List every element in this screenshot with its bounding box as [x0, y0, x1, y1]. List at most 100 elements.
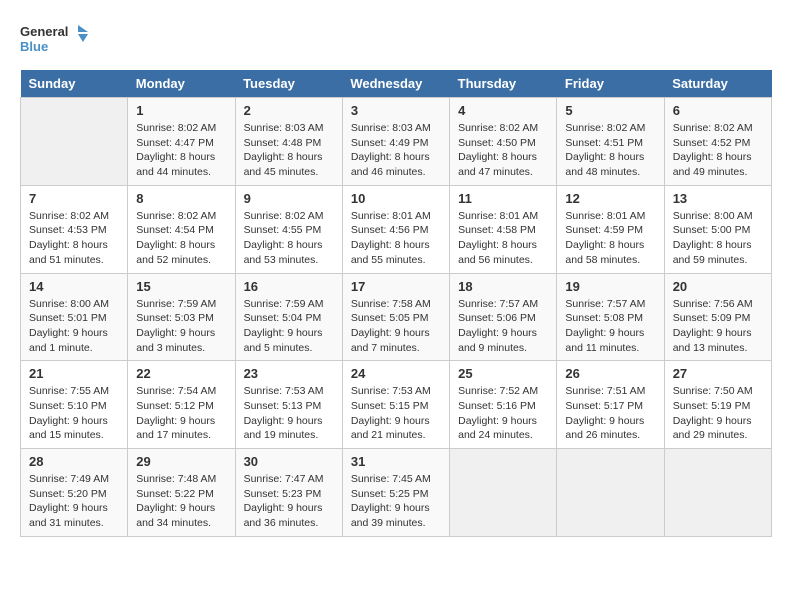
calendar-cell: 30 Sunrise: 7:47 AMSunset: 5:23 PMDayligh…	[235, 449, 342, 537]
calendar-cell: 26 Sunrise: 7:51 AMSunset: 5:17 PMDayligh…	[557, 361, 664, 449]
day-info: Sunrise: 8:00 AMSunset: 5:01 PMDaylight:…	[29, 297, 119, 356]
day-info: Sunrise: 8:02 AMSunset: 4:55 PMDaylight:…	[244, 209, 334, 268]
day-number: 23	[244, 366, 334, 381]
day-number: 29	[136, 454, 226, 469]
day-info: Sunrise: 7:57 AMSunset: 5:08 PMDaylight:…	[565, 297, 655, 356]
day-info: Sunrise: 7:53 AMSunset: 5:15 PMDaylight:…	[351, 384, 441, 443]
calendar-cell: 2 Sunrise: 8:03 AMSunset: 4:48 PMDaylight…	[235, 98, 342, 186]
calendar-cell: 31 Sunrise: 7:45 AMSunset: 5:25 PMDayligh…	[342, 449, 449, 537]
day-info: Sunrise: 8:03 AMSunset: 4:48 PMDaylight:…	[244, 121, 334, 180]
day-number: 25	[458, 366, 548, 381]
day-info: Sunrise: 8:00 AMSunset: 5:00 PMDaylight:…	[673, 209, 763, 268]
calendar-cell: 29 Sunrise: 7:48 AMSunset: 5:22 PMDayligh…	[128, 449, 235, 537]
day-number: 13	[673, 191, 763, 206]
header-friday: Friday	[557, 70, 664, 98]
day-number: 14	[29, 279, 119, 294]
day-number: 31	[351, 454, 441, 469]
day-number: 19	[565, 279, 655, 294]
calendar-cell: 9 Sunrise: 8:02 AMSunset: 4:55 PMDaylight…	[235, 185, 342, 273]
header-monday: Monday	[128, 70, 235, 98]
day-number: 2	[244, 103, 334, 118]
calendar-cell: 3 Sunrise: 8:03 AMSunset: 4:49 PMDaylight…	[342, 98, 449, 186]
day-info: Sunrise: 8:03 AMSunset: 4:49 PMDaylight:…	[351, 121, 441, 180]
day-number: 18	[458, 279, 548, 294]
day-number: 16	[244, 279, 334, 294]
calendar-cell: 15Sunrise: 7:59 AMSunset: 5:03 PMDayligh…	[128, 273, 235, 361]
calendar-cell: 6Sunrise: 8:02 AMSunset: 4:52 PMDaylight…	[664, 98, 771, 186]
day-info: Sunrise: 8:02 AMSunset: 4:51 PMDaylight:…	[565, 121, 655, 180]
day-number: 6	[673, 103, 763, 118]
calendar-cell	[450, 449, 557, 537]
calendar-cell: 7Sunrise: 8:02 AMSunset: 4:53 PMDaylight…	[21, 185, 128, 273]
day-info: Sunrise: 8:02 AMSunset: 4:50 PMDaylight:…	[458, 121, 548, 180]
header-saturday: Saturday	[664, 70, 771, 98]
day-number: 24	[351, 366, 441, 381]
calendar-week-2: 7Sunrise: 8:02 AMSunset: 4:53 PMDaylight…	[21, 185, 772, 273]
calendar-cell: 17Sunrise: 7:58 AMSunset: 5:05 PMDayligh…	[342, 273, 449, 361]
day-info: Sunrise: 7:58 AMSunset: 5:05 PMDaylight:…	[351, 297, 441, 356]
day-info: Sunrise: 7:52 AMSunset: 5:16 PMDaylight:…	[458, 384, 548, 443]
calendar-cell: 14 Sunrise: 8:00 AMSunset: 5:01 PMDayligh…	[21, 273, 128, 361]
day-number: 30	[244, 454, 334, 469]
day-number: 7	[29, 191, 119, 206]
calendar-cell	[664, 449, 771, 537]
calendar-cell: 11 Sunrise: 8:01 AMSunset: 4:58 PMDayligh…	[450, 185, 557, 273]
calendar-week-1: 1 Sunrise: 8:02 AMSunset: 4:47 PMDaylight…	[21, 98, 772, 186]
day-info: Sunrise: 7:53 AMSunset: 5:13 PMDaylight:…	[244, 384, 334, 443]
calendar-cell: 27 Sunrise: 7:50 AMSunset: 5:19 PMDayligh…	[664, 361, 771, 449]
day-number: 27	[673, 366, 763, 381]
day-info: Sunrise: 8:01 AMSunset: 4:59 PMDaylight:…	[565, 209, 655, 268]
day-info: Sunrise: 7:54 AMSunset: 5:12 PMDaylight:…	[136, 384, 226, 443]
logo: General Blue	[20, 20, 90, 60]
calendar-cell	[21, 98, 128, 186]
calendar-table: SundayMondayTuesdayWednesdayThursdayFrid…	[20, 70, 772, 537]
day-info: Sunrise: 7:49 AMSunset: 5:20 PMDaylight:…	[29, 472, 119, 531]
day-number: 3	[351, 103, 441, 118]
day-info: Sunrise: 7:48 AMSunset: 5:22 PMDaylight:…	[136, 472, 226, 531]
day-info: Sunrise: 7:55 AMSunset: 5:10 PMDaylight:…	[29, 384, 119, 443]
calendar-week-5: 28 Sunrise: 7:49 AMSunset: 5:20 PMDayligh…	[21, 449, 772, 537]
header-wednesday: Wednesday	[342, 70, 449, 98]
day-info: Sunrise: 8:02 AMSunset: 4:54 PMDaylight:…	[136, 209, 226, 268]
day-number: 11	[458, 191, 548, 206]
calendar-cell: 4 Sunrise: 8:02 AMSunset: 4:50 PMDaylight…	[450, 98, 557, 186]
day-info: Sunrise: 8:02 AMSunset: 4:47 PMDaylight:…	[136, 121, 226, 180]
calendar-cell: 8 Sunrise: 8:02 AMSunset: 4:54 PMDaylight…	[128, 185, 235, 273]
calendar-cell: 16Sunrise: 7:59 AMSunset: 5:04 PMDayligh…	[235, 273, 342, 361]
day-number: 26	[565, 366, 655, 381]
calendar-cell: 10 Sunrise: 8:01 AMSunset: 4:56 PMDayligh…	[342, 185, 449, 273]
day-number: 15	[136, 279, 226, 294]
calendar-week-4: 21Sunrise: 7:55 AMSunset: 5:10 PMDayligh…	[21, 361, 772, 449]
day-info: Sunrise: 7:56 AMSunset: 5:09 PMDaylight:…	[673, 297, 763, 356]
day-number: 5	[565, 103, 655, 118]
calendar-cell: 21Sunrise: 7:55 AMSunset: 5:10 PMDayligh…	[21, 361, 128, 449]
day-info: Sunrise: 7:51 AMSunset: 5:17 PMDaylight:…	[565, 384, 655, 443]
day-number: 9	[244, 191, 334, 206]
svg-text:Blue: Blue	[20, 39, 48, 54]
day-info: Sunrise: 7:45 AMSunset: 5:25 PMDaylight:…	[351, 472, 441, 531]
calendar-cell: 12 Sunrise: 8:01 AMSunset: 4:59 PMDayligh…	[557, 185, 664, 273]
day-number: 22	[136, 366, 226, 381]
day-number: 4	[458, 103, 548, 118]
calendar-cell: 18 Sunrise: 7:57 AMSunset: 5:06 PMDayligh…	[450, 273, 557, 361]
day-info: Sunrise: 8:01 AMSunset: 4:58 PMDaylight:…	[458, 209, 548, 268]
calendar-cell: 28 Sunrise: 7:49 AMSunset: 5:20 PMDayligh…	[21, 449, 128, 537]
day-info: Sunrise: 7:57 AMSunset: 5:06 PMDaylight:…	[458, 297, 548, 356]
day-info: Sunrise: 8:01 AMSunset: 4:56 PMDaylight:…	[351, 209, 441, 268]
svg-text:General: General	[20, 24, 68, 39]
header-thursday: Thursday	[450, 70, 557, 98]
day-number: 8	[136, 191, 226, 206]
day-number: 12	[565, 191, 655, 206]
calendar-cell: 20Sunrise: 7:56 AMSunset: 5:09 PMDayligh…	[664, 273, 771, 361]
day-number: 10	[351, 191, 441, 206]
calendar-cell: 1 Sunrise: 8:02 AMSunset: 4:47 PMDaylight…	[128, 98, 235, 186]
day-info: Sunrise: 7:47 AMSunset: 5:23 PMDaylight:…	[244, 472, 334, 531]
day-info: Sunrise: 7:50 AMSunset: 5:19 PMDaylight:…	[673, 384, 763, 443]
calendar-cell: 22 Sunrise: 7:54 AMSunset: 5:12 PMDayligh…	[128, 361, 235, 449]
calendar-cell: 25 Sunrise: 7:52 AMSunset: 5:16 PMDayligh…	[450, 361, 557, 449]
calendar-header-row: SundayMondayTuesdayWednesdayThursdayFrid…	[21, 70, 772, 98]
day-number: 1	[136, 103, 226, 118]
day-number: 28	[29, 454, 119, 469]
header-sunday: Sunday	[21, 70, 128, 98]
calendar-cell: 13 Sunrise: 8:00 AMSunset: 5:00 PMDayligh…	[664, 185, 771, 273]
